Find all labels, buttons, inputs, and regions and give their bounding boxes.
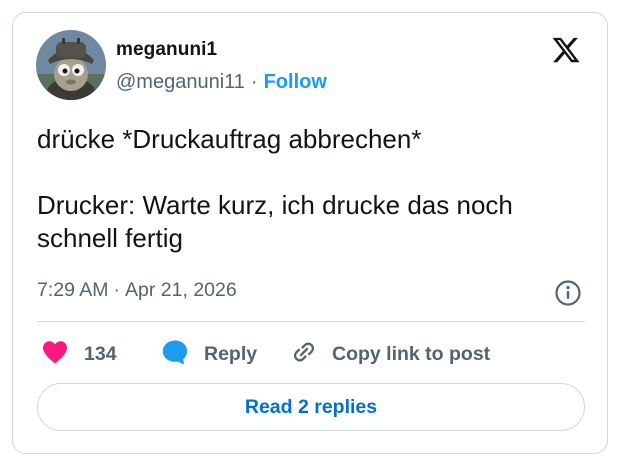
- heart-icon: [41, 339, 69, 370]
- handle-separator: ·: [250, 71, 258, 93]
- read-replies-button[interactable]: Read 2 replies: [37, 383, 585, 431]
- like-count: 134: [84, 342, 117, 365]
- post-text: drücke *Druckauftrag abbrechen* Drucker:…: [37, 124, 513, 253]
- copy-link-button[interactable]: Copy link to post: [290, 339, 490, 369]
- post-date[interactable]: Apr 21, 2026: [125, 279, 237, 301]
- embedded-post-card: meganuni1 @meganuni11 · Follow drücke *Dru…: [12, 12, 608, 454]
- copy-link-label: Copy link to post: [332, 342, 491, 365]
- x-logo-icon[interactable]: [551, 35, 581, 65]
- follow-button[interactable]: Follow: [264, 71, 327, 93]
- avatar[interactable]: [36, 30, 106, 100]
- post-time[interactable]: 7:29 AM: [37, 279, 109, 301]
- author-handle-row: @meganuni11 · Follow: [116, 71, 327, 94]
- divider: [37, 321, 585, 322]
- like-button[interactable]: 134: [41, 339, 117, 369]
- reply-button[interactable]: Reply: [161, 339, 257, 369]
- post-timestamp[interactable]: 7:29 AM · Apr 21, 2026: [37, 279, 237, 302]
- info-icon[interactable]: [554, 279, 582, 307]
- author-handle[interactable]: @meganuni11: [116, 71, 245, 93]
- reply-label: Reply: [204, 342, 258, 365]
- speech-bubble-icon: [161, 338, 189, 371]
- author-display-name[interactable]: meganuni1: [116, 39, 217, 61]
- link-icon: [290, 338, 318, 371]
- timestamp-separator: ·: [113, 279, 121, 301]
